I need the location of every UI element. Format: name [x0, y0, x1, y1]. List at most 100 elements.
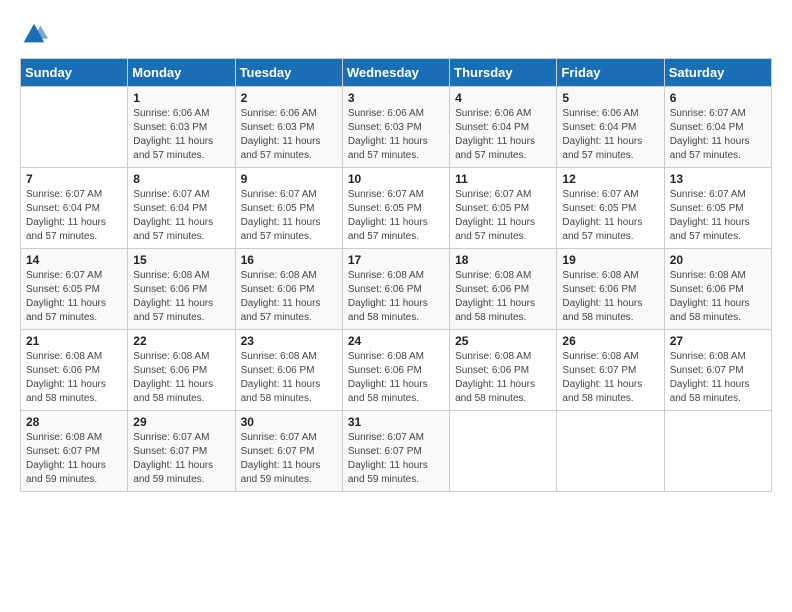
calendar-cell: 23Sunrise: 6:08 AM Sunset: 6:06 PM Dayli… — [235, 330, 342, 411]
calendar-week-row: 14 Sunrise: 6:07 AM Sunset: 6:05 PM Dayli… — [21, 249, 772, 330]
day-number: 21 — [26, 334, 122, 348]
day-number: 2 — [241, 91, 337, 105]
calendar-cell: 18Sunrise: 6:08 AM Sunset: 6:06 PM Dayli… — [450, 249, 557, 330]
day-info: Sunrise: 6:07 AM Sunset: 6:04 PM Dayligh… — [26, 188, 122, 244]
day-number: 3 — [348, 91, 444, 105]
day-info: Sunrise: 6:08 AM Sunset: 6:07 PM Dayligh… — [562, 350, 658, 406]
day-info: Sunrise: 6:06 AM Sunset: 6:04 PM Dayligh… — [562, 107, 658, 163]
calendar-cell — [557, 411, 664, 492]
calendar-cell: 25 Sunrise: 6:08 AM Sunset: 6:06 PM Dayli… — [450, 330, 557, 411]
day-number: 6 — [670, 91, 766, 105]
day-info: Sunrise: 6:08 AM Sunset: 6:06 PM Dayligh… — [348, 350, 444, 406]
day-number: 8 — [133, 172, 229, 186]
day-info: Sunrise: 6:08 AM Sunset: 6:06 PM Dayligh… — [26, 350, 122, 406]
day-number: 12 — [562, 172, 658, 186]
calendar-cell: 12 Sunrise: 6:07 AM Sunset: 6:05 PM Dayli… — [557, 168, 664, 249]
day-info: Sunrise: 6:07 AM Sunset: 6:04 PM Dayligh… — [133, 188, 229, 244]
day-info: Sunrise: 6:06 AM Sunset: 6:03 PM Dayligh… — [241, 107, 337, 163]
column-header-friday: Friday — [557, 59, 664, 87]
logo-icon — [20, 20, 48, 48]
calendar-cell: 2 Sunrise: 6:06 AM Sunset: 6:03 PM Daylig… — [235, 87, 342, 168]
day-info: Sunrise: 6:07 AM Sunset: 6:05 PM Dayligh… — [348, 188, 444, 244]
calendar-cell: 20Sunrise: 6:08 AM Sunset: 6:06 PM Dayli… — [664, 249, 771, 330]
calendar-cell: 6 Sunrise: 6:07 AM Sunset: 6:04 PM Daylig… — [664, 87, 771, 168]
calendar-cell: 7 Sunrise: 6:07 AM Sunset: 6:04 PM Daylig… — [21, 168, 128, 249]
calendar-cell: 19Sunrise: 6:08 AM Sunset: 6:06 PM Dayli… — [557, 249, 664, 330]
calendar-cell: 8 Sunrise: 6:07 AM Sunset: 6:04 PM Daylig… — [128, 168, 235, 249]
calendar-cell: 22 Sunrise: 6:08 AM Sunset: 6:06 PM Dayli… — [128, 330, 235, 411]
day-info: Sunrise: 6:06 AM Sunset: 6:03 PM Dayligh… — [348, 107, 444, 163]
calendar-cell: 30 Sunrise: 6:07 AM Sunset: 6:07 PM Dayli… — [235, 411, 342, 492]
day-number: 28 — [26, 415, 122, 429]
day-number: 11 — [455, 172, 551, 186]
column-header-thursday: Thursday — [450, 59, 557, 87]
day-number: 7 — [26, 172, 122, 186]
day-info: Sunrise: 6:08 AM Sunset: 6:06 PM Dayligh… — [241, 350, 337, 406]
day-number: 25 — [455, 334, 551, 348]
day-info: Sunrise: 6:07 AM Sunset: 6:05 PM Dayligh… — [241, 188, 337, 244]
calendar-cell: 4Sunrise: 6:06 AM Sunset: 6:04 PM Daylig… — [450, 87, 557, 168]
day-number: 20 — [670, 253, 766, 267]
calendar-week-row: 21 Sunrise: 6:08 AM Sunset: 6:06 PM Dayli… — [21, 330, 772, 411]
day-number: 13 — [670, 172, 766, 186]
column-header-saturday: Saturday — [664, 59, 771, 87]
day-number: 5 — [562, 91, 658, 105]
day-info: Sunrise: 6:08 AM Sunset: 6:06 PM Dayligh… — [455, 269, 551, 325]
day-info: Sunrise: 6:08 AM Sunset: 6:06 PM Dayligh… — [133, 350, 229, 406]
day-number: 14 — [26, 253, 122, 267]
day-info: Sunrise: 6:07 AM Sunset: 6:07 PM Dayligh… — [241, 431, 337, 487]
calendar-cell: 11 Sunrise: 6:07 AM Sunset: 6:05 PM Dayli… — [450, 168, 557, 249]
calendar-cell — [450, 411, 557, 492]
day-info: Sunrise: 6:08 AM Sunset: 6:06 PM Dayligh… — [455, 350, 551, 406]
calendar-cell: 10 Sunrise: 6:07 AM Sunset: 6:05 PM Dayli… — [342, 168, 449, 249]
calendar-cell: 28 Sunrise: 6:08 AM Sunset: 6:07 PM Dayli… — [21, 411, 128, 492]
day-info: Sunrise: 6:07 AM Sunset: 6:05 PM Dayligh… — [562, 188, 658, 244]
column-header-tuesday: Tuesday — [235, 59, 342, 87]
calendar-cell: 26 Sunrise: 6:08 AM Sunset: 6:07 PM Dayli… — [557, 330, 664, 411]
day-number: 29 — [133, 415, 229, 429]
calendar-cell: 1 Sunrise: 6:06 AM Sunset: 6:03 PM Daylig… — [128, 87, 235, 168]
calendar-cell: 15 Sunrise: 6:08 AM Sunset: 6:06 PM Dayli… — [128, 249, 235, 330]
day-number: 27 — [670, 334, 766, 348]
day-number: 31 — [348, 415, 444, 429]
day-info: Sunrise: 6:07 AM Sunset: 6:05 PM Dayligh… — [670, 188, 766, 244]
day-number: 1 — [133, 91, 229, 105]
day-info: Sunrise: 6:07 AM Sunset: 6:05 PM Dayligh… — [26, 269, 122, 325]
day-info: Sunrise: 6:08 AM Sunset: 6:06 PM Dayligh… — [562, 269, 658, 325]
column-header-monday: Monday — [128, 59, 235, 87]
day-info: Sunrise: 6:08 AM Sunset: 6:06 PM Dayligh… — [133, 269, 229, 325]
day-number: 30 — [241, 415, 337, 429]
calendar-week-row: 1 Sunrise: 6:06 AM Sunset: 6:03 PM Daylig… — [21, 87, 772, 168]
day-info: Sunrise: 6:08 AM Sunset: 6:06 PM Dayligh… — [348, 269, 444, 325]
column-header-wednesday: Wednesday — [342, 59, 449, 87]
calendar-cell: 17Sunrise: 6:08 AM Sunset: 6:06 PM Dayli… — [342, 249, 449, 330]
day-info: Sunrise: 6:07 AM Sunset: 6:04 PM Dayligh… — [670, 107, 766, 163]
day-info: Sunrise: 6:08 AM Sunset: 6:06 PM Dayligh… — [241, 269, 337, 325]
day-info: Sunrise: 6:08 AM Sunset: 6:07 PM Dayligh… — [26, 431, 122, 487]
day-number: 22 — [133, 334, 229, 348]
day-number: 15 — [133, 253, 229, 267]
calendar-cell: 5 Sunrise: 6:06 AM Sunset: 6:04 PM Daylig… — [557, 87, 664, 168]
day-info: Sunrise: 6:07 AM Sunset: 6:07 PM Dayligh… — [133, 431, 229, 487]
calendar-cell: 31 Sunrise: 6:07 AM Sunset: 6:07 PM Dayli… — [342, 411, 449, 492]
calendar-table: SundayMondayTuesdayWednesdayThursdayFrid… — [20, 58, 772, 492]
logo — [20, 20, 52, 48]
day-info: Sunrise: 6:06 AM Sunset: 6:03 PM Dayligh… — [133, 107, 229, 163]
calendar-header-row: SundayMondayTuesdayWednesdayThursdayFrid… — [21, 59, 772, 87]
day-number: 10 — [348, 172, 444, 186]
calendar-cell: 13 Sunrise: 6:07 AM Sunset: 6:05 PM Dayli… — [664, 168, 771, 249]
calendar-cell: 24 Sunrise: 6:08 AM Sunset: 6:06 PM Dayli… — [342, 330, 449, 411]
day-info: Sunrise: 6:06 AM Sunset: 6:04 PM Dayligh… — [455, 107, 551, 163]
calendar-cell: 16Sunrise: 6:08 AM Sunset: 6:06 PM Dayli… — [235, 249, 342, 330]
calendar-week-row: 7 Sunrise: 6:07 AM Sunset: 6:04 PM Daylig… — [21, 168, 772, 249]
day-number: 24 — [348, 334, 444, 348]
calendar-week-row: 28 Sunrise: 6:08 AM Sunset: 6:07 PM Dayli… — [21, 411, 772, 492]
day-info: Sunrise: 6:07 AM Sunset: 6:07 PM Dayligh… — [348, 431, 444, 487]
calendar-cell: 3 Sunrise: 6:06 AM Sunset: 6:03 PM Daylig… — [342, 87, 449, 168]
day-info: Sunrise: 6:07 AM Sunset: 6:05 PM Dayligh… — [455, 188, 551, 244]
column-header-sunday: Sunday — [21, 59, 128, 87]
calendar-cell: 21 Sunrise: 6:08 AM Sunset: 6:06 PM Dayli… — [21, 330, 128, 411]
day-number: 26 — [562, 334, 658, 348]
calendar-cell: 9Sunrise: 6:07 AM Sunset: 6:05 PM Daylig… — [235, 168, 342, 249]
calendar-cell: 14 Sunrise: 6:07 AM Sunset: 6:05 PM Dayli… — [21, 249, 128, 330]
